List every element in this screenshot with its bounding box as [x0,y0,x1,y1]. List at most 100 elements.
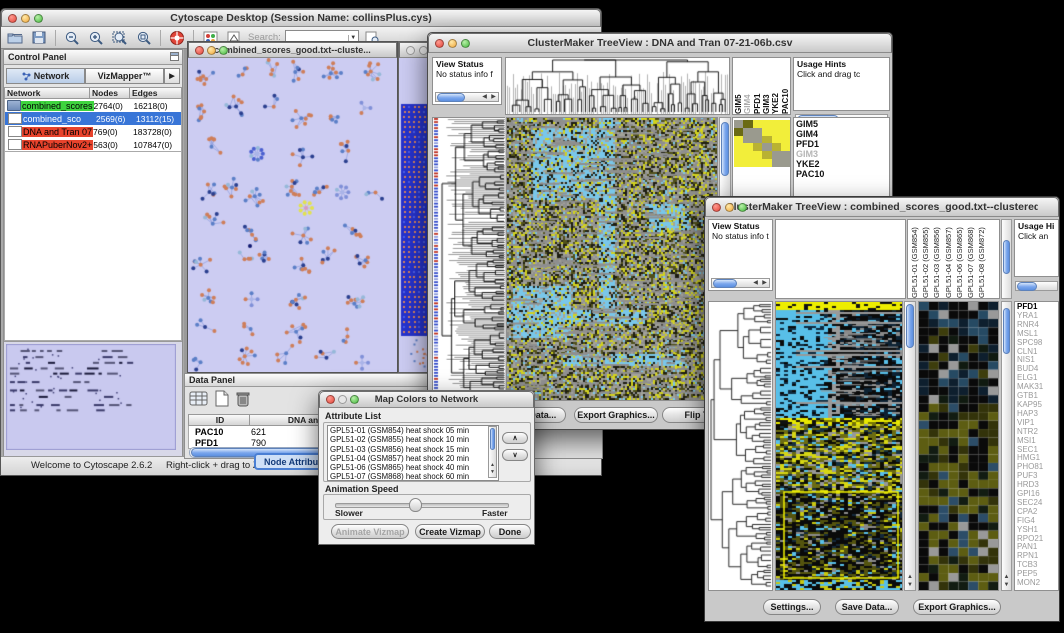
matrix-cell[interactable] [781,143,790,151]
gene-label[interactable]: PAC10 [796,169,889,179]
matrix-cell[interactable] [762,136,771,144]
matrix-cell[interactable] [781,151,790,159]
attribute-list-item[interactable]: GPL51-04 (GSM857) heat shock 20 min [328,454,498,463]
minimize-button[interactable] [21,14,30,23]
matrix-cell[interactable] [753,128,762,136]
matrix-cell[interactable] [781,120,790,128]
done-button[interactable]: Done [489,524,531,539]
zoom-vscrollbar[interactable]: ▲ ▼ [1001,301,1012,591]
matrix-cell[interactable] [772,136,781,144]
export-graphics-button[interactable]: Export Graphics... [913,599,1001,615]
gene-label[interactable]: NIS1 [1017,356,1058,365]
scroll-down-icon[interactable]: ▼ [1002,581,1011,589]
column-label[interactable]: GPL51-07 (GSM868) [966,220,977,298]
column-label[interactable]: GPL51-03 (GSM856) [932,220,943,298]
zoom-heatmap[interactable] [919,302,998,590]
minimize-button[interactable] [725,203,734,212]
tab-vizmapper[interactable]: VizMapper™ [85,68,164,84]
gene-label[interactable]: HAP3 [1017,410,1058,419]
gene-label[interactable]: CLN1 [1017,348,1058,357]
column-label[interactable]: GPL51-02 (GSM855) [921,220,932,298]
tab-network[interactable]: Network [6,68,85,84]
zoom-selected-icon[interactable] [134,29,154,47]
close-button[interactable] [712,203,721,212]
row-dendrogram[interactable] [709,302,772,590]
scroll-up-icon[interactable]: ▲ [1002,573,1011,581]
delete-attribute-icon[interactable] [235,390,251,412]
global-heatmap[interactable] [776,302,902,590]
scroll-down-icon[interactable]: ▼ [489,468,496,476]
column-label[interactable]: GIM5 [734,58,743,114]
scrollbar-thumb[interactable] [437,93,465,102]
open-file-icon[interactable] [5,29,25,47]
close-button[interactable] [195,46,204,55]
matrix-cell[interactable] [753,136,762,144]
matrix-cell[interactable] [772,120,781,128]
save-session-icon[interactable] [29,29,49,47]
gene-label[interactable]: GIM4 [796,129,889,139]
matrix-cell[interactable] [753,151,762,159]
close-button[interactable] [406,46,415,55]
scroll-right-icon[interactable]: ▶ [489,93,498,101]
matrix-cell[interactable] [772,143,781,151]
attribute-list-item[interactable]: GPL51-01 (GSM854) heat shock 05 min [328,426,498,435]
chevron-down-icon[interactable]: ▼ [348,35,358,41]
attribute-list-item[interactable]: GPL51-02 (GSM855) heat shock 10 min [328,435,498,444]
column-label[interactable]: GPL51-04 (GSM857) [944,220,955,298]
select-attributes-icon[interactable] [189,390,209,412]
speed-slider-thumb[interactable] [409,498,422,512]
gene-label[interactable]: SEC1 [1017,446,1058,455]
matrix-cell[interactable] [781,159,790,167]
scrollbar-thumb[interactable] [1003,308,1010,354]
gene-label[interactable]: YKE2 [796,159,889,169]
gene-label[interactable]: MON2 [1017,579,1058,588]
gene-label[interactable]: HMG1 [1017,454,1058,463]
attribute-list-scrollbar[interactable]: ▲ ▼ [488,426,497,478]
save-data-button[interactable]: Save Data... [835,599,899,615]
gene-label[interactable]: MAK31 [1017,383,1058,392]
network-list-item[interactable]: combined_scores2764(0)16218(0) [5,99,181,112]
attribute-list-item[interactable]: GPL51-07 (GSM868) heat shock 60 min [328,472,498,481]
matrix-cell[interactable] [753,143,762,151]
network-list-item[interactable]: combined_sco2569(6)13112(15) [5,112,181,125]
column-label[interactable]: GPL51-06 (GSM865) [955,220,966,298]
column-label[interactable]: GPL51-01 (GSM854) [910,220,921,298]
zoom-button[interactable] [219,46,228,55]
help-lifering-icon[interactable] [167,29,187,47]
matrix-cell[interactable] [734,143,743,151]
attribute-list-item[interactable]: GPL51-03 (GSM856) heat shock 15 min [328,445,498,454]
gene-label[interactable]: GPI16 [1017,490,1058,499]
matrix-cell[interactable] [743,151,752,159]
matrix-cell[interactable] [772,128,781,136]
gene-label[interactable]: BUD4 [1017,365,1058,374]
gene-label[interactable]: NTR2 [1017,428,1058,437]
zoom-button[interactable] [738,203,747,212]
matrix-cell[interactable] [753,120,762,128]
gene-label[interactable]: RPN1 [1017,552,1058,561]
col-nodes[interactable]: Nodes [90,87,130,99]
scroll-right-icon[interactable]: ▶ [760,279,769,287]
matrix-cell[interactable] [762,143,771,151]
gene-label[interactable]: PEP5 [1017,570,1058,579]
column-dendrogram-panel[interactable] [775,219,906,299]
hints-hscrollbar[interactable] [1015,281,1058,291]
attribute-list[interactable]: GPL51-01 (GSM854) heat shock 05 minGPL51… [327,425,499,481]
matrix-cell[interactable] [734,120,743,128]
matrix-cell[interactable] [734,159,743,167]
gene-label[interactable]: YSH1 [1017,526,1058,535]
dialog-title-bar[interactable]: Map Colors to Network [319,391,534,408]
minimize-button[interactable] [448,39,457,48]
move-up-button[interactable]: ∧ [502,432,528,444]
scrollbar-thumb[interactable] [713,279,737,288]
matrix-cell[interactable] [743,128,752,136]
gene-label[interactable]: SPC98 [1017,339,1058,348]
gene-label[interactable]: HRD3 [1017,481,1058,490]
matrix-cell[interactable] [753,159,762,167]
window-controls[interactable] [8,14,43,23]
column-label[interactable]: GIM4 [743,58,752,114]
scroll-left-icon[interactable]: ◀ [480,93,489,101]
gene-label[interactable]: FIG4 [1017,517,1058,526]
create-vizmap-button[interactable]: Create Vizmap [415,524,485,539]
scroll-left-icon[interactable]: ◀ [751,279,760,287]
zoom-fit-icon[interactable] [110,29,130,47]
